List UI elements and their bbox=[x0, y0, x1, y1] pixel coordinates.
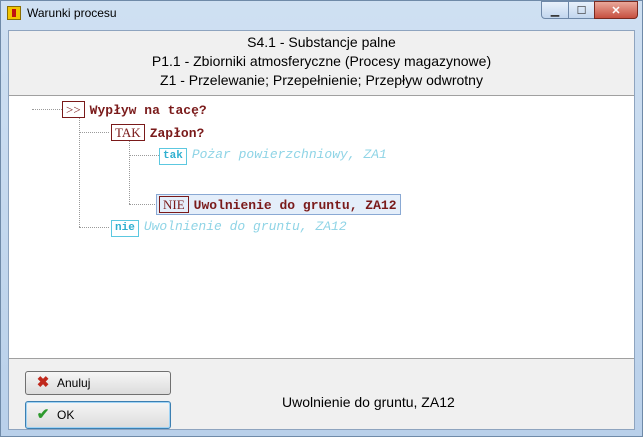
process-line: P1.1 - Zbiorniki atmosferyczne (Procesy … bbox=[151, 53, 492, 69]
cancel-icon: ✖ bbox=[36, 374, 50, 391]
node-label: Uwolnienie do gruntu, ZA12 bbox=[193, 198, 397, 213]
tree-node-ground-release-selected[interactable]: NIE Uwolnienie do gruntu, ZA12 bbox=[156, 194, 401, 215]
maximize-icon: ☐ bbox=[576, 4, 587, 17]
node-tag: NIE bbox=[159, 196, 189, 213]
cancel-label: Anuluj bbox=[57, 376, 91, 390]
selection-status: Uwolnienie do gruntu, ZA12 bbox=[282, 394, 455, 410]
tree-node-pool-fire[interactable]: tak Pożar powierzchniowy, ZA1 bbox=[159, 147, 387, 165]
window-title: Warunki procesu bbox=[27, 6, 117, 20]
ok-button[interactable]: ✔ OK bbox=[25, 401, 171, 429]
node-tag: nie bbox=[111, 220, 139, 237]
node-tag: TAK bbox=[111, 124, 145, 141]
tree-connector bbox=[79, 132, 109, 133]
scenario-line: Z1 - Przelewanie; Przepełnienie; Przepły… bbox=[160, 72, 483, 88]
tree-connector bbox=[32, 109, 62, 110]
node-label: Zapłon? bbox=[149, 126, 205, 141]
tree-node-ground-release[interactable]: nie Uwolnienie do gruntu, ZA12 bbox=[111, 219, 347, 237]
tree-connector bbox=[79, 118, 80, 227]
tree-connector bbox=[129, 204, 159, 205]
maximize-button[interactable]: ☐ bbox=[568, 1, 595, 19]
close-button[interactable]: ✕ bbox=[594, 1, 638, 19]
tree-node-ignition[interactable]: TAK Zapłon? bbox=[111, 124, 204, 141]
title-bar[interactable]: Warunki procesu ▁ ☐ ✕ bbox=[1, 1, 642, 27]
node-tag: >> bbox=[62, 101, 85, 118]
node-label: Wypływ na tacę? bbox=[89, 103, 207, 118]
minimize-button[interactable]: ▁ bbox=[541, 1, 569, 19]
cancel-button[interactable]: ✖ Anuluj bbox=[25, 371, 171, 395]
dialog-client: S4.1 - Substancje palne P1.1 - Zbiorniki… bbox=[8, 30, 635, 430]
checkmark-icon: ✔ bbox=[36, 406, 50, 423]
tree-node-root[interactable]: >> Wypływ na tacę? bbox=[62, 101, 207, 118]
tree-connector bbox=[129, 155, 159, 156]
condition-tree[interactable]: >> Wypływ na tacę? TAK Zapłon? tak Pożar po… bbox=[9, 95, 634, 359]
node-tag: tak bbox=[159, 148, 187, 165]
close-icon: ✕ bbox=[611, 4, 621, 17]
node-label: Uwolnienie do gruntu, ZA12 bbox=[143, 219, 347, 234]
process-header: S4.1 - Substancje palne P1.1 - Zbiorniki… bbox=[9, 33, 634, 90]
tree-connector bbox=[79, 227, 109, 228]
node-label: Pożar powierzchniowy, ZA1 bbox=[191, 147, 387, 162]
app-icon bbox=[7, 6, 21, 20]
minimize-icon: ▁ bbox=[550, 4, 560, 17]
substance-line: S4.1 - Substancje palne bbox=[247, 34, 396, 50]
ok-label: OK bbox=[57, 408, 75, 422]
tree-connector bbox=[129, 141, 130, 204]
